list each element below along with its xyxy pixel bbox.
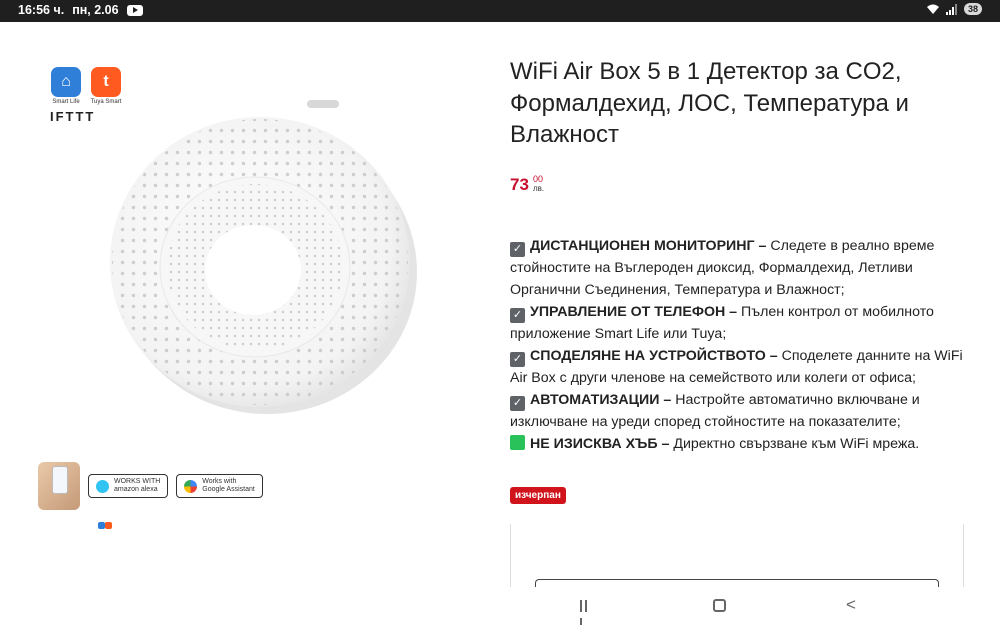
feature-heading: УПРАВЛЕНИЕ ОТ ТЕЛЕФОН –: [530, 304, 738, 320]
feature-heading: ДИСТАНЦИОНЕН МОНИТОРИНГ –: [530, 238, 767, 254]
check-icon: ✓: [510, 352, 525, 367]
status-time: 16:56 ч.: [18, 3, 65, 17]
alexa-line2: amazon alexa: [114, 486, 158, 493]
check-icon: ✓: [510, 308, 525, 323]
youtube-icon: [126, 4, 143, 16]
recent-apps-button[interactable]: [580, 599, 594, 625]
feature-text: Директно свързване към WiFi мрежа.: [673, 436, 920, 452]
google-assistant-icon: [184, 479, 198, 493]
feature-heading: СПОДЕЛЯНЕ НА УСТРОЙСТВОТО –: [530, 348, 778, 364]
google-line1: Works with: [202, 478, 237, 485]
feature-item: ✓ УПРАВЛЕНИЕ ОТ ТЕЛЕФОН – Пълен контрол о…: [510, 301, 980, 345]
check-icon: ✓: [510, 242, 525, 257]
price-currency: лв.: [533, 184, 545, 193]
home-icon: ⌂: [51, 67, 81, 97]
gallery-thumbnail[interactable]: [98, 522, 116, 536]
signal-icon: [946, 3, 957, 15]
purchase-card: [510, 524, 964, 594]
alexa-icon: [96, 479, 109, 493]
feature-item: ✓ ДИСТАНЦИОНЕН МОНИТОРИНГ – Следете в реа…: [510, 235, 980, 301]
green-square-icon: [510, 435, 525, 450]
alexa-line1: WORKS WITH: [114, 478, 161, 485]
feature-item: ✓ АВТОМАТИЗАЦИИ – Настройте автоматично в…: [510, 389, 980, 433]
google-line2: Google Assistant: [202, 486, 255, 493]
smart-life-badge: ⌂ Smart Life: [50, 67, 82, 105]
thumb-tuya-icon: [105, 522, 112, 529]
feature-list: ✓ ДИСТАНЦИОНЕН МОНИТОРИНГ – Следете в реа…: [510, 235, 980, 455]
alexa-badge: WORKS WITH amazon alexa: [88, 474, 169, 498]
product-title: WiFi Air Box 5 в 1 Детектор за CO2, Форм…: [510, 58, 909, 148]
out-of-stock-badge: изчерпан: [510, 487, 566, 504]
feature-heading: НЕ ИЗИСКВА ХЪБ –: [530, 436, 670, 452]
product-gallery[interactable]: ⌂ Smart Life t Tuya Smart IFTTT WORKS WI…: [0, 22, 500, 587]
status-right: 38: [926, 3, 982, 15]
thumb-smart-icon: [98, 522, 105, 529]
home-button[interactable]: [713, 599, 726, 612]
price-whole: 73: [510, 175, 529, 194]
back-button[interactable]: <: [846, 596, 856, 613]
voice-assistant-row: WORKS WITH amazon alexa Works with Googl…: [38, 462, 263, 510]
feature-heading: АВТОМАТИЗАЦИИ –: [530, 392, 672, 408]
feature-item: ✓ СПОДЕЛЯНЕ НА УСТРОЙСТВОТО – Споделете д…: [510, 345, 980, 389]
phone-in-hand-image: [38, 462, 80, 510]
feature-item: НЕ ИЗИСКВА ХЪБ – Директно свързване към …: [510, 433, 980, 455]
status-bar: 16:56 ч. пн, 2.06 38: [0, 0, 1000, 22]
navigation-bar: <: [0, 587, 1000, 625]
battery-indicator: 38: [964, 3, 982, 15]
product-price: 73 00 лв.: [510, 174, 544, 195]
ifttt-logo: IFTTT: [50, 109, 96, 124]
price-cents: 00: [533, 174, 544, 184]
check-icon: ✓: [510, 396, 525, 411]
google-assistant-badge: Works with Google Assistant: [176, 474, 263, 498]
status-date: пн, 2.06: [72, 3, 119, 17]
wifi-icon: [927, 4, 939, 14]
air-box-device-image: [110, 100, 417, 414]
status-left: 16:56 ч. пн, 2.06: [18, 3, 143, 17]
smart-life-label: Smart Life: [52, 99, 80, 105]
